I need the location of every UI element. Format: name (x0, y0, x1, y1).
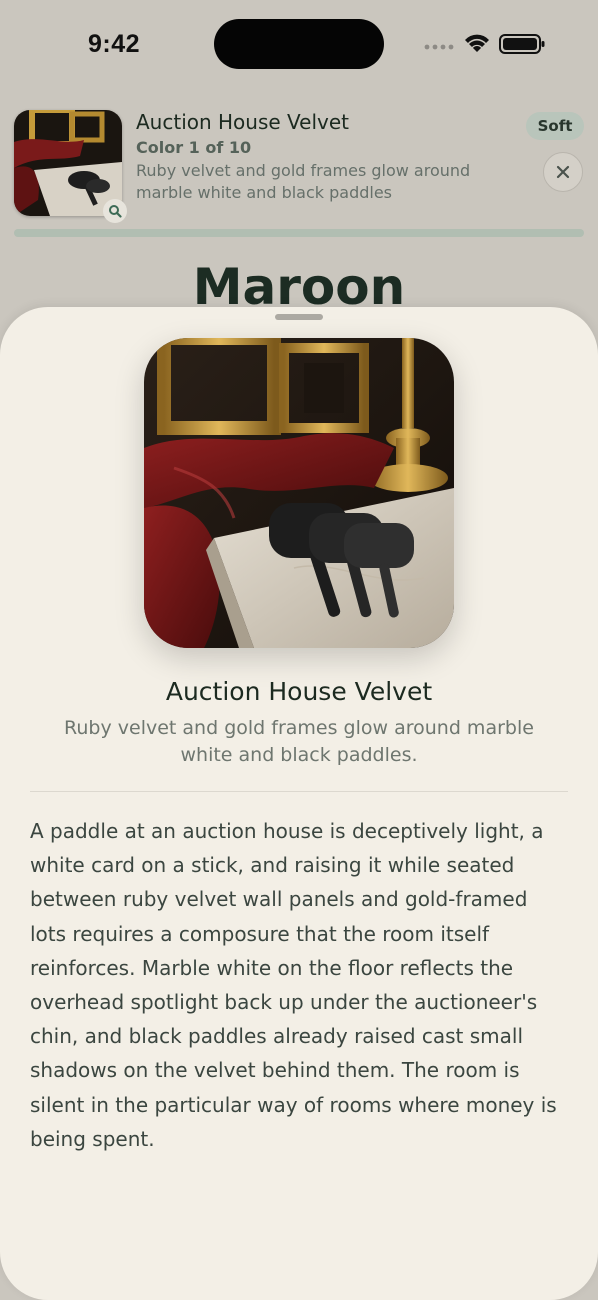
sheet-subtitle: Ruby velvet and gold frames glow around … (64, 717, 534, 766)
status-icons (424, 32, 546, 56)
color-counter: Color 1 of 10 (136, 138, 252, 157)
soft-badge: Soft (526, 112, 584, 140)
divider (30, 791, 568, 792)
hero-image (144, 338, 454, 648)
sheet-grabber[interactable] (275, 314, 323, 320)
dynamic-island (214, 19, 384, 69)
close-icon (556, 165, 570, 179)
wifi-icon (465, 34, 489, 52)
progress-bar (14, 229, 584, 237)
screen: 9:42 Auction House Velvet Color 1 of 10 … (0, 0, 598, 1300)
cellular-signal-icon (424, 44, 454, 50)
magnifier-icon[interactable] (103, 199, 127, 223)
color-thumbnail[interactable] (14, 110, 122, 216)
header-title: Auction House Velvet (136, 110, 350, 134)
description-body: A paddle at an auction house is deceptiv… (30, 819, 557, 1151)
detail-sheet: Auction House Velvet Ruby velvet and gol… (0, 307, 598, 1300)
sheet-title: Auction House Velvet (165, 677, 433, 706)
header-description: Ruby velvet and gold frames glow around … (136, 161, 471, 202)
battery-icon (499, 34, 545, 54)
close-button[interactable] (543, 152, 583, 192)
status-time: 9:42 (88, 30, 141, 58)
